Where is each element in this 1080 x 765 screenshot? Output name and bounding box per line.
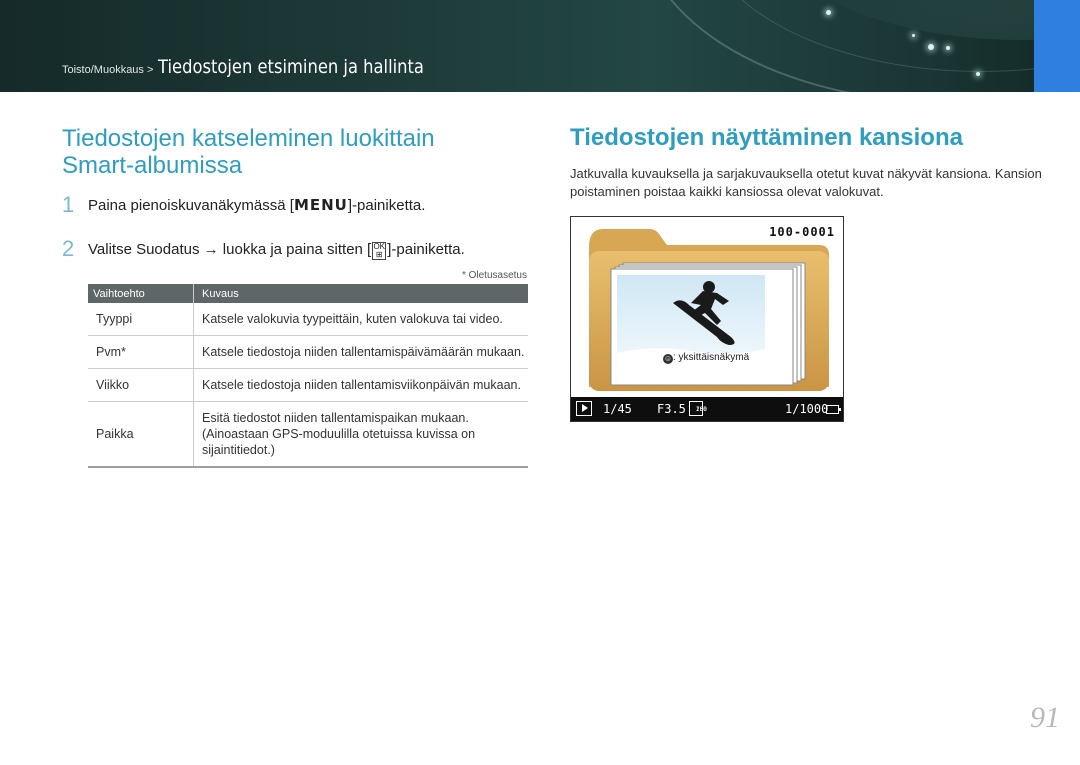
frame-counter: 1/45 xyxy=(603,402,632,416)
section-heading-folder-view: Tiedostojen näyttäminen kansiona xyxy=(570,124,963,151)
breadcrumb-title: Tiedostojen etsiminen ja hallinta xyxy=(157,56,424,78)
iso-icon: ISO 200 xyxy=(689,401,707,416)
step-text: Paina pienoiskuvanäkymässä [ xyxy=(88,197,294,214)
sparkle-dot xyxy=(928,44,934,50)
aperture-value: F3.5 xyxy=(657,402,686,416)
column-header-option: Vaihtoehto xyxy=(88,284,194,303)
sparkle-dot xyxy=(946,46,950,50)
section-heading-smart-album: Tiedostojen katseleminen luokittain Smar… xyxy=(62,125,435,179)
table-row: Pvm* Katsele tiedostoja niiden tallentam… xyxy=(88,335,528,369)
header-banner: Toisto/Muokkaus > Tiedostojen etsiminen … xyxy=(0,0,1080,92)
step-bold-term: Suodatus xyxy=(136,241,200,258)
shutter-speed: 1/1000 xyxy=(785,402,829,416)
table-row: Paikka Esitä tiedostot niiden tallentami… xyxy=(88,401,528,468)
breadcrumb: Toisto/Muokkaus > Tiedostojen etsiminen … xyxy=(62,56,467,78)
folder-code: 100-0001 xyxy=(769,225,835,239)
column-header-description: Kuvaus xyxy=(193,284,528,303)
battery-icon xyxy=(826,405,841,414)
step-text: ]-painiketta. xyxy=(387,241,465,258)
step-text: Valitse xyxy=(88,241,137,258)
folder-illustration xyxy=(589,229,829,391)
ok-button-icon: OK ⊞ xyxy=(372,242,387,260)
options-table: Vaihtoehto Kuvaus Tyyppi Katsele valokuv… xyxy=(88,284,528,468)
option-name: Tyyppi xyxy=(88,303,194,336)
single-view-label: ☺: yksittäisnäkymä xyxy=(663,352,750,364)
table-header-row: Vaihtoehto Kuvaus xyxy=(88,284,528,303)
step-number: 2 xyxy=(62,236,75,261)
breadcrumb-section[interactable]: Toisto/Muokkaus > xyxy=(62,64,153,76)
table-row: Tyyppi Katsele valokuvia tyypeittäin, ku… xyxy=(88,303,528,336)
default-setting-note: * Oletusasetus xyxy=(461,270,527,281)
sparkle-dot xyxy=(826,10,831,15)
chapter-tab xyxy=(1034,0,1080,92)
step-text: → luokka ja paina sitten [ xyxy=(199,241,372,258)
option-description: Katsele valokuvia tyypeittäin, kuten val… xyxy=(193,303,528,336)
table-row: Viikko Katsele tiedostoja niiden tallent… xyxy=(88,368,528,402)
option-description: Katsele tiedostoja niiden tallentamispäi… xyxy=(193,335,528,369)
step-2: 2 Valitse Suodatus → luokka ja paina sitt… xyxy=(62,236,465,262)
option-name: Viikko xyxy=(88,368,194,402)
option-description: Katsele tiedostoja niiden tallentamisvii… xyxy=(193,368,528,402)
step-number: 1 xyxy=(62,192,75,217)
page-number: 91 xyxy=(1030,701,1060,734)
step-text: ]-painiketta. xyxy=(347,197,426,214)
menu-key-icon: MENU xyxy=(293,196,348,214)
step-1: 1 Paina pienoiskuvanäkymässä [MENU]-paini… xyxy=(62,192,425,218)
sparkle-dot xyxy=(912,34,915,37)
option-description: Esitä tiedostot niiden tallentamispaikan… xyxy=(193,401,528,468)
smart-button-icon: ☺ xyxy=(663,354,673,364)
play-mode-icon xyxy=(576,401,592,416)
folder-view-description: Jatkuvalla kuvauksella ja sarjakuvauksel… xyxy=(570,166,1042,199)
sparkle-dot xyxy=(976,72,980,76)
camera-screen-illustration: 100-0001 ☺: yksittäisnäkymä 1/45 F3.5 IS… xyxy=(570,216,844,422)
camera-status-bar: 1/45 F3.5 ISO 200 1/1000 xyxy=(571,397,843,421)
option-name: Pvm* xyxy=(88,335,194,369)
option-name: Paikka xyxy=(88,401,194,468)
